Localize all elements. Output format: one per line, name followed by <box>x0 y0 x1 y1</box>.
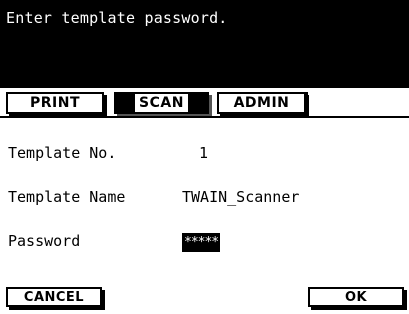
tab-admin-label: ADMIN <box>233 95 290 111</box>
template-no-label: Template No. <box>8 144 117 162</box>
template-no-value: 1 <box>199 144 209 162</box>
template-password-screen: Enter template password. PRINT SCAN ADMI… <box>0 0 409 314</box>
tab-strip: PRINT SCAN ADMIN <box>0 87 409 118</box>
message-text: Enter template password. <box>6 9 228 27</box>
template-name-value: TWAIN_Scanner <box>182 188 300 206</box>
ok-button[interactable]: OK <box>308 287 404 307</box>
cancel-button-label: CANCEL <box>23 289 85 305</box>
tab-baseline <box>0 116 409 118</box>
tab-divider <box>306 92 308 116</box>
password-label: Password <box>8 232 81 250</box>
password-field[interactable]: ***** <box>182 233 221 252</box>
tab-print[interactable]: PRINT <box>6 92 104 114</box>
template-name-label: Template Name <box>8 188 126 206</box>
tab-admin[interactable]: ADMIN <box>217 92 306 114</box>
ok-button-label: OK <box>344 289 368 305</box>
message-bar: Enter template password. <box>0 0 409 87</box>
password-value: ***** <box>184 235 219 250</box>
tab-scan-label: SCAN <box>135 94 188 112</box>
cancel-button[interactable]: CANCEL <box>6 287 102 307</box>
tab-print-label: PRINT <box>29 95 81 111</box>
tab-scan[interactable]: SCAN <box>114 92 209 114</box>
